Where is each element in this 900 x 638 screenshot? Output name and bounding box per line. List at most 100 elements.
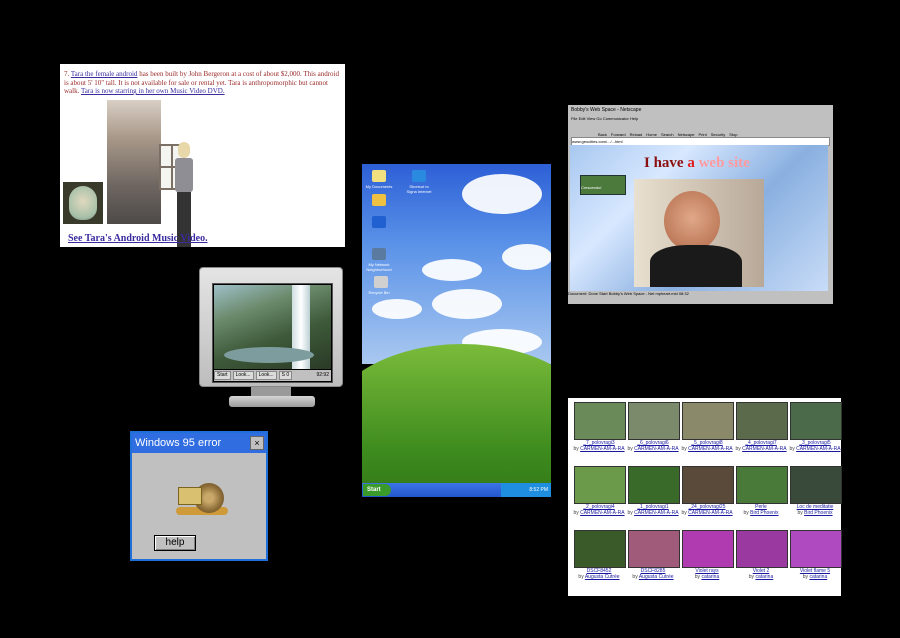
gallery-author-link[interactable]: CARMEN-AM-A-RA [796, 446, 840, 452]
gallery-author-link[interactable]: Augusta Cutrée [639, 574, 674, 580]
taskbar-start[interactable]: Start [599, 291, 607, 296]
windows95-error-dialog: Windows 95 error × help [130, 431, 268, 561]
folder-icon[interactable] [372, 194, 386, 206]
security-button[interactable]: Security [711, 132, 725, 137]
print-button[interactable]: Print [699, 132, 707, 137]
gallery-caption: DSCF8452 by Augusta Cutrée [572, 568, 626, 580]
home-button[interactable]: Home [646, 132, 657, 137]
stop-button[interactable]: Stop [729, 132, 737, 137]
photo-gallery: _7_polovragi3 by CARMEN-AM-A-RA _6_polovra… [568, 398, 842, 596]
gallery-author-link[interactable]: CARMEN-AM-A-RA [580, 446, 624, 452]
netscape-button[interactable]: Netscape [678, 132, 695, 137]
gallery-thumbnail[interactable] [628, 530, 680, 568]
gallery-thumbnail[interactable] [574, 402, 626, 440]
gallery-author-link[interactable]: CARMEN-AM-A-RA [580, 510, 624, 516]
waterfall-wallpaper [214, 285, 331, 369]
internet-explorer-icon[interactable] [372, 216, 386, 228]
help-button[interactable]: help [154, 535, 196, 551]
gallery-thumbnail[interactable] [682, 402, 734, 440]
gallery-by: by [743, 510, 749, 516]
icon-label-recycle-bin: Recycle Bin [368, 290, 390, 295]
menu-communicator[interactable]: Communicator [603, 116, 629, 121]
gallery-by: by [681, 510, 687, 516]
gallery-thumbnail[interactable] [628, 466, 680, 504]
gallery-caption: _7_polovragi3 by CARMEN-AM-A-RA [572, 440, 626, 452]
gallery-author-link[interactable]: Augusta Cutrée [585, 574, 620, 580]
monitor-screen: Start Look... Look... S 0 92:92 [212, 283, 333, 383]
gallery-caption: Perle by Bird Phoenix [734, 504, 788, 516]
recycle-bin-icon[interactable] [374, 276, 388, 288]
gallery-by: by [578, 574, 584, 580]
gallery-by: by [573, 510, 579, 516]
taskbar-item-netscape[interactable]: Bobby's Web Space - Net [609, 291, 655, 296]
tara-item-number: 7. [64, 70, 70, 78]
page-content: Crescendo! I have a web site [570, 145, 828, 291]
tara-android-page: 7. Tara the female android has been buil… [60, 64, 345, 247]
reload-button[interactable]: Reload [630, 132, 643, 137]
gallery-author-link[interactable]: CARMEN-AM-A-RA [688, 446, 732, 452]
gallery-author-link[interactable]: Bird Phoenix [750, 510, 778, 516]
icon-label-my-documents: My Documents [365, 184, 393, 189]
status-bar: Document: Done Start Bobby's Web Space -… [568, 291, 833, 304]
menu-view[interactable]: View [587, 116, 596, 121]
close-icon[interactable]: × [250, 436, 264, 450]
internet-shortcut-icon[interactable] [412, 170, 426, 182]
gallery-by: by [632, 574, 638, 580]
tara-starring-link[interactable]: Tara is now starring in her own Music Vi… [81, 87, 225, 95]
gallery-author-link[interactable]: catarina [755, 574, 773, 580]
tara-face-photo [63, 182, 103, 224]
menu-file[interactable]: File [571, 116, 577, 121]
my-documents-icon[interactable] [372, 170, 386, 182]
gallery-by: by [627, 510, 633, 516]
crescendo-player[interactable]: Crescendo! [580, 175, 626, 195]
gallery-thumbnail[interactable] [736, 402, 788, 440]
netscape-window: Bobby's Web Space - Netscape File Edit V… [568, 105, 833, 304]
gallery-thumbnail[interactable] [790, 466, 842, 504]
forward-button[interactable]: Forward [611, 132, 626, 137]
gallery-author-link[interactable]: CARMEN-AM-A-RA [634, 446, 678, 452]
gallery-thumbnail[interactable] [790, 530, 842, 568]
gallery-thumbnail[interactable] [736, 530, 788, 568]
gallery-author-link[interactable]: Bird Phoenix [804, 510, 832, 516]
gallery-author-link[interactable]: catarina [809, 574, 827, 580]
status-text: Document: Done [568, 291, 599, 296]
system-tray-clock: 8:52 PM [501, 483, 551, 497]
gallery-thumbnail[interactable] [574, 466, 626, 504]
gallery-by: by [797, 510, 803, 516]
crt-monitor: Start Look... Look... S 0 92:92 [199, 267, 343, 410]
gallery-thumbnail[interactable] [628, 402, 680, 440]
xp-start-button[interactable]: Start [363, 484, 391, 496]
gallery-author-link[interactable]: CARMEN-AM-A-RA [688, 510, 732, 516]
gallery-thumbnail[interactable] [682, 530, 734, 568]
start-button[interactable]: Start [214, 371, 231, 380]
gallery-author-link[interactable]: CARMEN-AM-A-RA [634, 510, 678, 516]
gallery-by: by [748, 574, 755, 580]
menu-go[interactable]: Go [596, 116, 601, 121]
taskbar-button-3[interactable]: S 0 [278, 371, 293, 380]
taskbar-button-1[interactable]: Look... [232, 371, 254, 380]
gallery-by: by [802, 574, 809, 580]
search-button[interactable]: Search [661, 132, 674, 137]
gallery-caption: _1_polovragi1 by CARMEN-AM-A-RA [626, 504, 680, 516]
gallery-by: by [627, 446, 633, 452]
gallery-thumbnail[interactable] [736, 466, 788, 504]
win98-taskbar: Start Look... Look... S 0 92:92 [214, 370, 331, 381]
back-button[interactable]: Back [598, 132, 607, 137]
gallery-caption: _6_polovragi6 by CARMEN-AM-A-RA [626, 440, 680, 452]
gallery-author-link[interactable]: catarina [701, 574, 719, 580]
taskbar-item-midi[interactable]: mpheart.mid [655, 291, 677, 296]
tara-female-android-link[interactable]: Tara the female android [71, 70, 138, 78]
gallery-thumbnail[interactable] [682, 466, 734, 504]
xp-taskbar: Start 8:52 PM [362, 483, 551, 497]
gallery-thumbnail[interactable] [790, 402, 842, 440]
taskbar-button-2[interactable]: Look... [255, 371, 277, 380]
network-neighborhood-icon[interactable] [372, 248, 386, 260]
gallery-author-link[interactable]: CARMEN-AM-A-RA [742, 446, 786, 452]
bliss-hill [362, 344, 551, 497]
menu-help[interactable]: Help [630, 116, 638, 121]
taskbar-clock: 92:92 [316, 372, 329, 378]
menu-edit[interactable]: Edit [579, 116, 586, 121]
gallery-thumbnail[interactable] [574, 530, 626, 568]
dialog-title: Windows 95 error [135, 437, 222, 449]
tara-music-video-link[interactable]: See Tara's Android Music Video. [68, 233, 208, 244]
